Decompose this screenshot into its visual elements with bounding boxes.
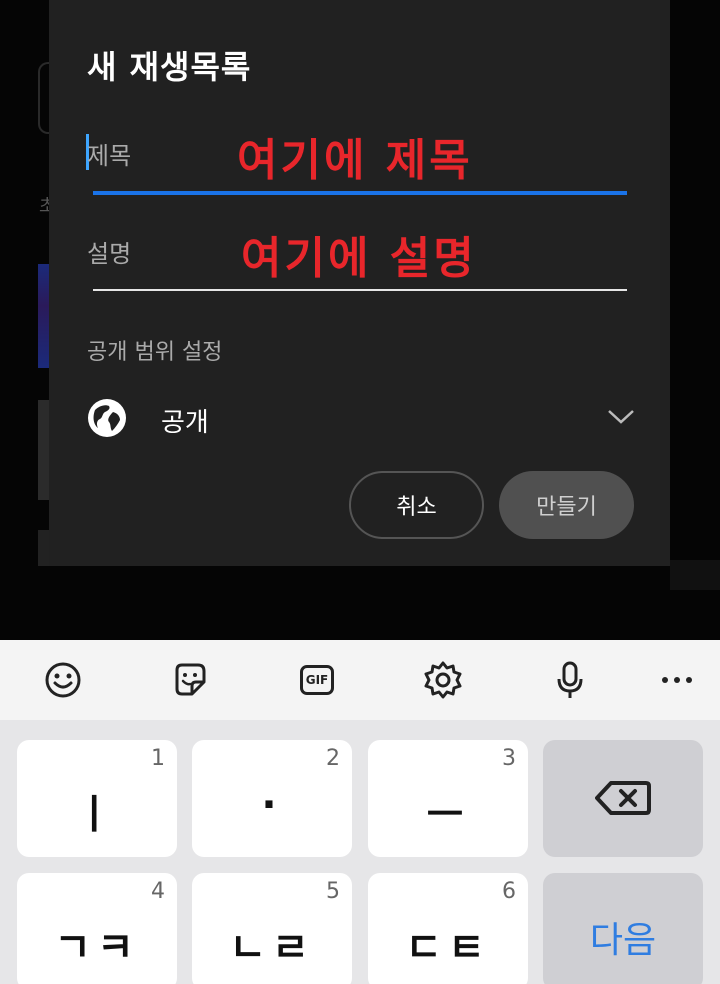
- visibility-section-label: 공개 범위 설정: [87, 340, 223, 365]
- next-key-label: 다음: [589, 920, 657, 961]
- key-label: ㅡ: [426, 792, 470, 838]
- gif-icon[interactable]: GIF: [297, 660, 337, 700]
- cancel-button[interactable]: 취소: [349, 471, 484, 539]
- background-edge: [670, 560, 720, 590]
- emoji-icon[interactable]: [43, 660, 83, 700]
- key-digeut-tieut[interactable]: 6 ㄷㅌ: [368, 873, 528, 984]
- more-icon[interactable]: [657, 660, 697, 700]
- chevron-down-icon[interactable]: [605, 404, 637, 428]
- key-label: ㄴㄹ: [229, 925, 315, 971]
- next-key[interactable]: 다음: [543, 873, 703, 984]
- visibility-dropdown[interactable]: 공개: [85, 392, 637, 448]
- settings-icon[interactable]: [423, 660, 463, 700]
- backspace-icon: [595, 781, 651, 815]
- title-field-underline[interactable]: [93, 191, 627, 195]
- description-field-label[interactable]: 설명: [87, 234, 131, 269]
- backspace-key[interactable]: [543, 740, 703, 857]
- key-nieun-rieul[interactable]: 5 ㄴㄹ: [192, 873, 352, 984]
- description-annotation: 여기에 설명: [241, 233, 477, 284]
- on-screen-keyboard: GIF 1 ㅣ 2 · 3 ㅡ 4 ㄱㅋ 5 ㄴㄹ 6 ㄷㅌ 다음: [0, 640, 720, 984]
- title-annotation: 여기에 제목: [237, 135, 473, 186]
- key-dot[interactable]: 2 ·: [192, 740, 352, 857]
- new-playlist-dialog: 새 재생목록 제목 여기에 제목 설명 여기에 설명 공개 범위 설정 공개 취…: [49, 0, 670, 566]
- title-field-label[interactable]: 제목: [87, 136, 131, 171]
- gif-icon-label: GIF: [300, 665, 334, 695]
- key-horizontal[interactable]: 3 ㅡ: [368, 740, 528, 857]
- dialog-title: 새 재생목록: [87, 48, 252, 86]
- microphone-icon[interactable]: [550, 660, 590, 700]
- key-label: ㄷㅌ: [405, 925, 491, 971]
- key-giyeok-kieuk[interactable]: 4 ㄱㅋ: [17, 873, 177, 984]
- create-button[interactable]: 만들기: [499, 471, 634, 539]
- key-hint: 3: [502, 746, 516, 771]
- key-hint: 1: [151, 746, 165, 771]
- sticker-icon[interactable]: [170, 660, 210, 700]
- key-label: ·: [261, 782, 283, 828]
- key-hint: 2: [326, 746, 340, 771]
- keyboard-toolbar: GIF: [0, 640, 720, 720]
- key-label: ㄱㅋ: [54, 925, 140, 971]
- key-label: ㅣ: [75, 792, 119, 838]
- globe-icon: [88, 399, 126, 437]
- key-hint: 5: [326, 879, 340, 904]
- key-hint: 4: [151, 879, 165, 904]
- key-hint: 6: [502, 879, 516, 904]
- description-field-underline[interactable]: [93, 289, 627, 291]
- visibility-value: 공개: [161, 408, 209, 438]
- key-vertical[interactable]: 1 ㅣ: [17, 740, 177, 857]
